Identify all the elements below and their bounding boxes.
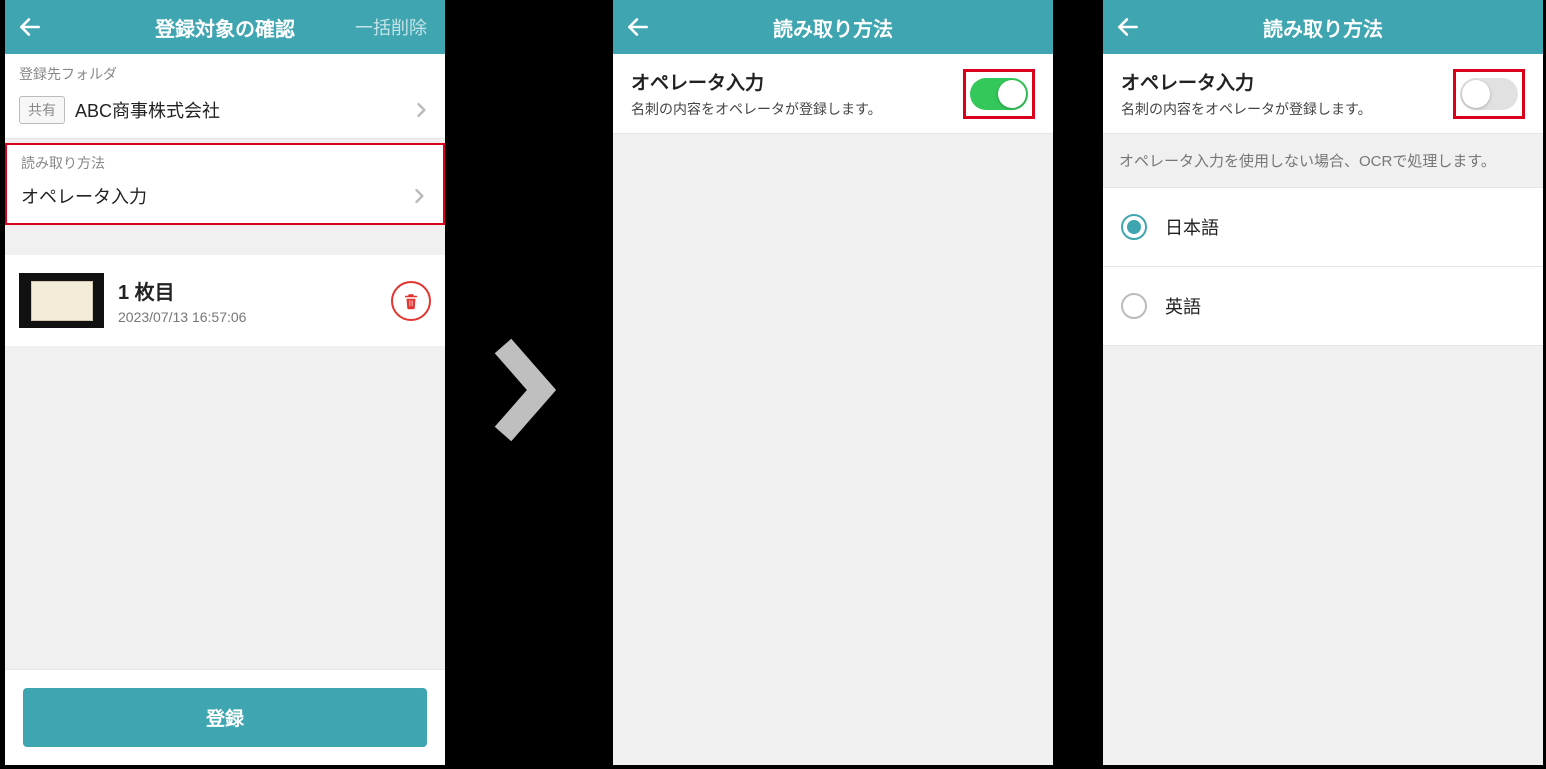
folder-name: ABC商事株式会社 [75, 97, 411, 123]
arrow-left-icon [17, 14, 43, 40]
operator-input-row: オペレータ入力 名刺の内容をオペレータが登録します。 [613, 54, 1053, 134]
operator-label: オペレータ入力 [631, 68, 963, 95]
toggle-knob [998, 80, 1026, 108]
operator-toggle[interactable] [970, 78, 1028, 110]
submit-button[interactable]: 登録 [23, 688, 427, 747]
card-title: 1 枚目 [118, 276, 377, 305]
folder-row[interactable]: 共有 ABC商事株式会社 [5, 90, 445, 139]
delete-card-button[interactable] [391, 281, 431, 321]
operator-input-row: オペレータ入力 名刺の内容をオペレータが登録します。 [1103, 54, 1543, 134]
operator-toggle-highlight [1453, 69, 1525, 119]
chevron-right-icon [409, 186, 429, 206]
screen-read-method-on: 読み取り方法 オペレータ入力 名刺の内容をオペレータが登録します。 [613, 0, 1053, 765]
language-label: 英語 [1165, 293, 1201, 319]
card-texts: 1 枚目 2023/07/13 16:57:06 [118, 276, 377, 325]
folder-section-label: 登録先フォルダ [5, 54, 445, 90]
read-method-section-label: 読み取り方法 [7, 145, 443, 179]
footer-area: 登録 [5, 669, 445, 765]
screen-confirm-registration: 登録対象の確認 一括削除 登録先フォルダ 共有 ABC商事株式会社 読み取り方法… [5, 0, 445, 765]
flow-arrow-icon [490, 335, 560, 445]
language-option-english[interactable]: 英語 [1103, 267, 1543, 346]
language-label: 日本語 [1165, 214, 1219, 240]
read-method-value: オペレータ入力 [21, 183, 409, 209]
back-button[interactable] [613, 0, 663, 54]
operator-desc: 名刺の内容をオペレータが登録します。 [631, 99, 963, 119]
toggle-knob [1462, 80, 1490, 108]
header-bar: 登録対象の確認 一括削除 [5, 0, 445, 54]
read-method-row[interactable]: オペレータ入力 [7, 179, 443, 223]
page-title: 読み取り方法 [613, 13, 1053, 42]
trash-icon [402, 292, 420, 310]
back-button[interactable] [1103, 0, 1153, 54]
header-bar: 読み取り方法 [613, 0, 1053, 54]
read-method-block: 読み取り方法 オペレータ入力 [5, 143, 445, 225]
operator-toggle[interactable] [1460, 78, 1518, 110]
language-list: 日本語 英語 [1103, 187, 1543, 346]
operator-label: オペレータ入力 [1121, 68, 1453, 95]
language-option-japanese[interactable]: 日本語 [1103, 188, 1543, 267]
bulk-delete-button[interactable]: 一括削除 [355, 14, 445, 40]
header-bar: 読み取り方法 [1103, 0, 1543, 54]
ocr-helper-text: オペレータ入力を使用しない場合、OCRで処理します。 [1103, 134, 1543, 187]
shared-badge: 共有 [19, 96, 65, 124]
card-row: 1 枚目 2023/07/13 16:57:06 [5, 255, 445, 346]
card-timestamp: 2023/07/13 16:57:06 [118, 309, 377, 325]
chevron-right-icon [411, 100, 431, 120]
screen-read-method-off: 読み取り方法 オペレータ入力 名刺の内容をオペレータが登録します。 オペレータ入… [1103, 0, 1543, 765]
operator-toggle-highlight [963, 69, 1035, 119]
operator-texts: オペレータ入力 名刺の内容をオペレータが登録します。 [631, 68, 963, 119]
arrow-left-icon [1115, 14, 1141, 40]
card-thumbnail[interactable] [19, 273, 104, 328]
page-title: 読み取り方法 [1103, 13, 1543, 42]
radio-icon [1121, 214, 1147, 240]
radio-icon [1121, 293, 1147, 319]
back-button[interactable] [5, 0, 55, 54]
arrow-left-icon [625, 14, 651, 40]
operator-desc: 名刺の内容をオペレータが登録します。 [1121, 99, 1453, 119]
operator-texts: オペレータ入力 名刺の内容をオペレータが登録します。 [1121, 68, 1453, 119]
